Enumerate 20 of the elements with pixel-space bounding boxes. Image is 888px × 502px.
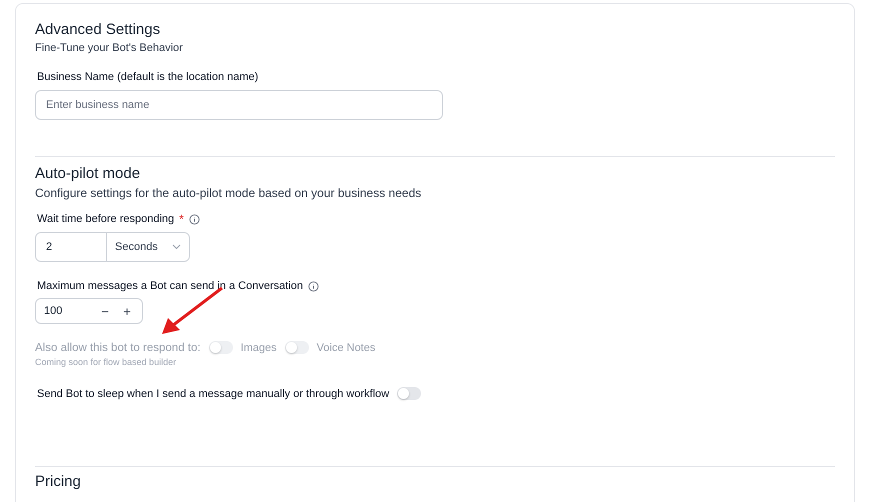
section-description: Configure settings for the auto-pilot mode based on your business needs (35, 186, 422, 200)
chevron-down-icon (172, 244, 181, 250)
input-field[interactable]: Enter business name (35, 90, 443, 120)
section-title: Advanced Settings (35, 21, 162, 39)
toggle-label: Voice Notes (316, 342, 376, 354)
hint-text: Coming soon for flow based builder (35, 357, 178, 367)
section-title: Pricing (35, 473, 82, 491)
field-label: Send Bot to sleep when I send a message manually or through workflow (37, 388, 390, 400)
field-label: Wait time before responding (37, 213, 174, 225)
toggle-label: Images (240, 342, 277, 354)
section-subtitle: Fine-Tune your Bot's Behavior (35, 42, 184, 54)
section-title: Auto-pilot mode (35, 165, 142, 183)
field-label: Business Name (default is the location name) (37, 71, 258, 83)
info-icon (308, 280, 319, 292)
wait-time-field[interactable]: 2 Seconds (35, 232, 190, 262)
toggle-switch[interactable] (397, 387, 422, 400)
info-icon (188, 214, 200, 224)
required-mark: * (179, 212, 184, 226)
number-stepper[interactable]: 100 − + (35, 298, 143, 324)
field-label: Also allow this bot to respond to: (35, 342, 201, 354)
